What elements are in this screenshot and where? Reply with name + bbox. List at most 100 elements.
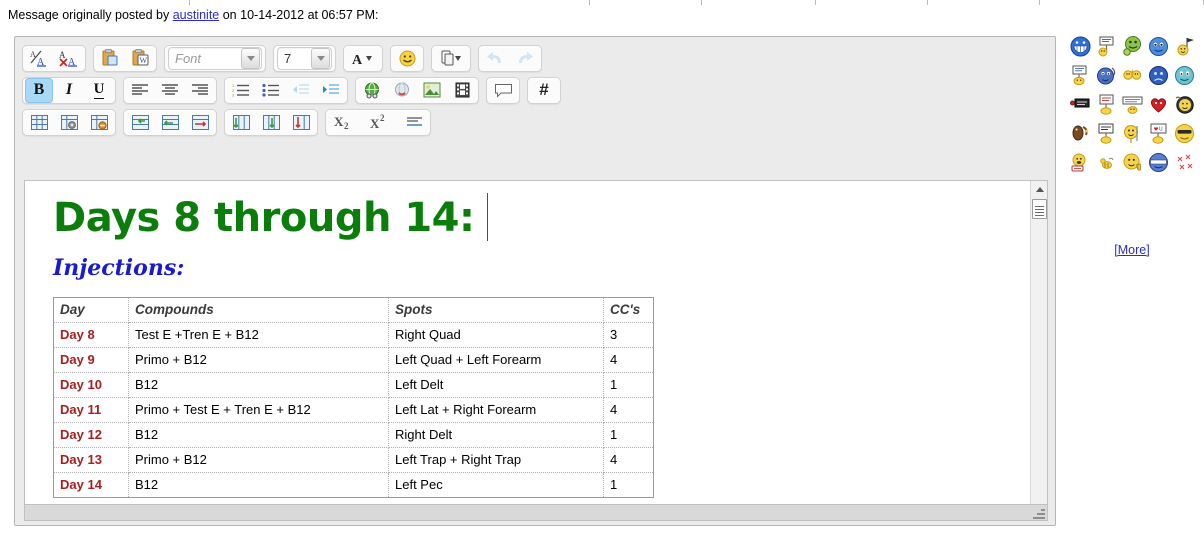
- emoticon-small-bee[interactable]: [1094, 150, 1119, 175]
- unordered-list-button[interactable]: [257, 78, 285, 103]
- table-row: Day 8 Test E +Tren E + B12 Right Quad 3: [53, 322, 654, 348]
- table-row: Day 11 Primo + Test E + Tren E + B12 Lef…: [53, 397, 654, 423]
- delete-table-button[interactable]: [85, 110, 113, 135]
- align-right-button[interactable]: [186, 78, 214, 103]
- redo-icon[interactable]: [511, 46, 539, 71]
- emoticon-white-sign[interactable]: [1094, 92, 1119, 117]
- text-color-icon[interactable]: A: [346, 46, 380, 71]
- chevron-down-icon[interactable]: [241, 47, 260, 69]
- emoticon-wide-sign[interactable]: [1120, 92, 1145, 117]
- emoticon-teal-smile[interactable]: [1172, 63, 1197, 88]
- cell-spots: Right Delt: [388, 422, 604, 448]
- emoticon-box-sign[interactable]: [1094, 121, 1119, 146]
- media-group: [355, 76, 479, 104]
- emoticon-visor-blue[interactable]: [1146, 150, 1171, 175]
- emoticon-yellow-hold[interactable]: [1120, 121, 1145, 146]
- cell-compounds: Test E +Tren E + B12: [128, 322, 389, 348]
- italic-button[interactable]: I: [55, 78, 83, 103]
- emoticon-love-u-sign[interactable]: U: [1146, 121, 1171, 146]
- emoticon-stars-pair[interactable]: [1120, 63, 1145, 88]
- unlink-button[interactable]: [388, 78, 416, 103]
- header-colon: :: [375, 8, 379, 22]
- paste-as-text-icon[interactable]: [96, 46, 124, 71]
- table-properties-button[interactable]: [55, 110, 83, 135]
- insert-row-above-button[interactable]: [227, 110, 255, 135]
- outdent-button[interactable]: [287, 78, 315, 103]
- editor-page: Message originally posted by austinite o…: [0, 0, 1204, 537]
- cell-spots: Left Quad + Left Forearm: [388, 347, 604, 373]
- code-group: #: [527, 76, 561, 104]
- svg-text:U: U: [1159, 127, 1163, 133]
- toolbar-row-3: X 2 X 2: [18, 107, 1055, 137]
- content-vertical-scrollbar[interactable]: [1030, 181, 1047, 517]
- cell-cc: 1: [603, 372, 654, 398]
- font-size-dropdown[interactable]: 7: [277, 46, 332, 70]
- alignment-group: [123, 76, 217, 104]
- emoticon-yellow-talk[interactable]: [1068, 150, 1093, 175]
- code-button[interactable]: #: [530, 78, 558, 103]
- chevron-down-icon[interactable]: [311, 47, 330, 69]
- emoticon-sign-hold[interactable]: [1068, 63, 1093, 88]
- cell-day: Day 14: [53, 472, 129, 498]
- underline-button[interactable]: U: [85, 78, 113, 103]
- align-center-button[interactable]: [156, 78, 184, 103]
- emoticon-blue-sad[interactable]: [1146, 63, 1171, 88]
- author-link[interactable]: austinite: [173, 8, 220, 22]
- superscript-button[interactable]: X 2: [364, 110, 398, 135]
- more-emoticons-link[interactable]: [More]: [1114, 243, 1149, 257]
- emoticon-brown-animal[interactable]: [1068, 121, 1093, 146]
- emoticon-grin-blue[interactable]: [1068, 34, 1093, 59]
- insert-row-below-button[interactable]: [257, 110, 285, 135]
- editor-content-area[interactable]: Days 8 through 14: Injections: Day Compo…: [24, 180, 1048, 518]
- insert-table-button[interactable]: [25, 110, 53, 135]
- indent-button[interactable]: [317, 78, 345, 103]
- attachment-icon[interactable]: [434, 46, 468, 71]
- insert-link-button[interactable]: [358, 78, 386, 103]
- emoticon-thumbs-up[interactable]: [1120, 150, 1145, 175]
- column-header-compounds: Compounds: [128, 297, 389, 323]
- table-row: Day 12 B12 Right Delt 1: [53, 422, 654, 448]
- paste-from-word-icon[interactable]: W: [126, 46, 154, 71]
- bold-button[interactable]: B: [25, 77, 53, 103]
- insert-image-button[interactable]: [418, 78, 446, 103]
- ordered-list-button[interactable]: 1 2 3: [227, 78, 255, 103]
- insert-column-right-button[interactable]: [156, 110, 184, 135]
- emoticon-blue-eyes[interactable]: [1146, 34, 1171, 59]
- remove-formatting-icon[interactable]: A A: [55, 46, 83, 71]
- quote-button[interactable]: [489, 78, 517, 103]
- insert-video-button[interactable]: [448, 78, 476, 103]
- svg-text:W: W: [140, 56, 148, 65]
- cell-day: Day 8: [53, 322, 129, 348]
- cell-day: Day 10: [53, 372, 129, 398]
- table-row: Day 9 Primo + B12 Left Quad + Left Forea…: [53, 347, 654, 373]
- emoticon-yellow-phone[interactable]: [1172, 92, 1197, 117]
- align-left-button[interactable]: [126, 78, 154, 103]
- emoticon-blue-lollipop[interactable]: [1094, 63, 1119, 88]
- delete-row-button[interactable]: [287, 110, 315, 135]
- emoticon-green-face[interactable]: [1120, 34, 1145, 59]
- delete-column-button[interactable]: [186, 110, 214, 135]
- emoticon-flag-wave[interactable]: [1172, 34, 1197, 59]
- resize-grip-handle[interactable]: [1032, 506, 1045, 519]
- font-color-icon[interactable]: A A: [25, 46, 53, 71]
- scrollbar-thumb[interactable]: [1032, 199, 1047, 219]
- table-row: Day 10 B12 Left Delt 1: [53, 372, 654, 398]
- text-style-group: B I U: [22, 76, 116, 104]
- horizontal-rule-button[interactable]: [400, 110, 428, 135]
- insert-column-left-button[interactable]: [126, 110, 154, 135]
- subscript-button[interactable]: X 2: [328, 110, 362, 135]
- cell-compounds: Primo + B12: [128, 347, 389, 373]
- emoticon-cool-shades[interactable]: [1172, 121, 1197, 146]
- smiley-icon[interactable]: [393, 46, 421, 71]
- scroll-up-arrow-icon[interactable]: [1031, 181, 1047, 198]
- editor-status-bar: [24, 504, 1048, 521]
- document-body[interactable]: Days 8 through 14: Injections: Day Compo…: [25, 181, 1032, 517]
- undo-icon[interactable]: [481, 46, 509, 71]
- emoticon-red-sparkle[interactable]: [1172, 150, 1197, 175]
- cell-cc: 4: [603, 397, 654, 423]
- emoticon-red-heart[interactable]: [1146, 92, 1171, 117]
- emoticon-sign-wave[interactable]: [1094, 34, 1119, 59]
- font-family-dropdown[interactable]: Font: [168, 46, 262, 70]
- header-date: 10-14-2012: [240, 8, 305, 22]
- emoticon-black-sign[interactable]: [1068, 92, 1093, 117]
